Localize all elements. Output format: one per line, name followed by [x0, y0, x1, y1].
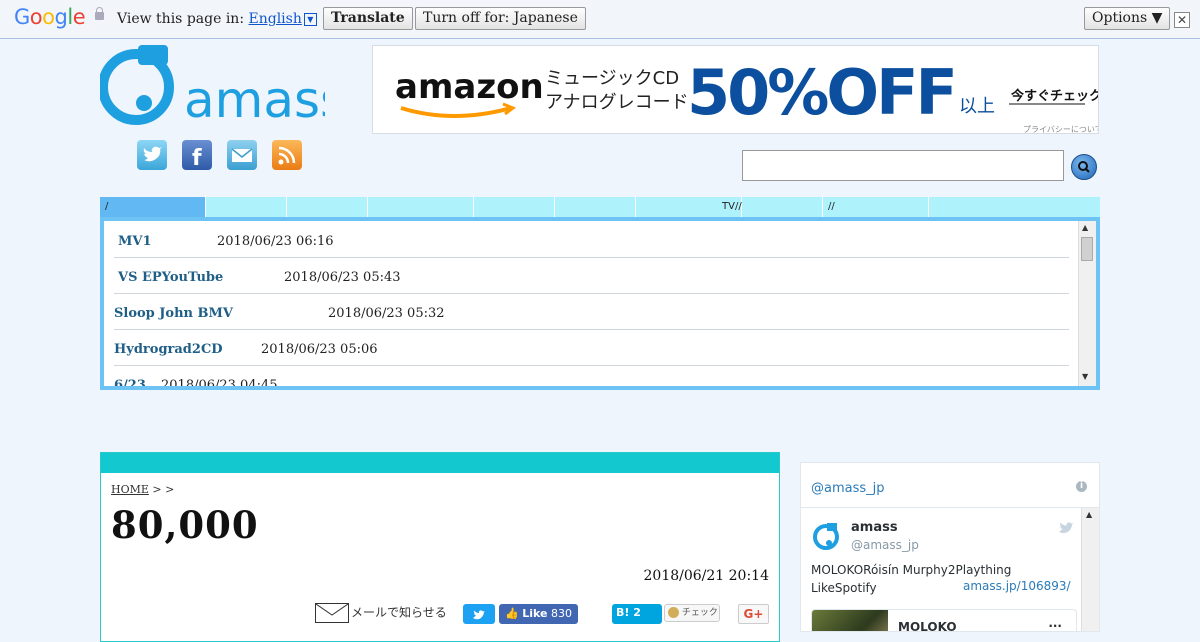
- news-title[interactable]: 6/23: [114, 378, 146, 386]
- svg-text:f: f: [192, 146, 202, 170]
- tweet-button[interactable]: [463, 604, 495, 624]
- nav-item[interactable]: [206, 197, 287, 217]
- nav-item[interactable]: [287, 197, 368, 217]
- facebook-icon[interactable]: f: [182, 140, 212, 171]
- news-date: 2018/06/23 06:16: [217, 234, 334, 249]
- scroll-thumb[interactable]: [1081, 237, 1093, 261]
- search-input[interactable]: [742, 150, 1064, 181]
- more-options-icon[interactable]: ...: [1048, 616, 1062, 630]
- scroll-up-icon[interactable]: ▲: [1086, 510, 1092, 519]
- news-date: 2018/06/23 05:06: [261, 342, 378, 357]
- hatena-count: 2: [633, 606, 641, 619]
- nav-item[interactable]: /: [100, 197, 206, 217]
- breadcrumb-home[interactable]: HOME: [111, 483, 149, 496]
- list-item[interactable]: 6/23 2018/06/23 04:45: [114, 365, 1069, 390]
- thumbs-up-icon: 👍: [505, 607, 519, 620]
- turn-off-button[interactable]: Turn off for: Japanese: [415, 7, 586, 30]
- scroll-up-icon[interactable]: ▲: [1082, 223, 1088, 232]
- google-plus-button[interactable]: G+: [738, 604, 769, 624]
- svg-text:プライバシーについて: プライバシーについて: [1023, 125, 1099, 134]
- facebook-like-button[interactable]: 👍 Like 830: [499, 604, 578, 624]
- lock-icon: [95, 7, 104, 20]
- rss-icon[interactable]: [272, 140, 302, 170]
- news-title[interactable]: Sloop John BMV: [114, 306, 233, 321]
- amazon-logo: amazon: [395, 67, 544, 107]
- news-date: 2018/06/23 05:32: [328, 306, 445, 321]
- timeline-scrollbar[interactable]: ▲: [1081, 508, 1099, 631]
- card-title: MOLOKO: [898, 620, 957, 632]
- svg-text:以上: 以上: [959, 96, 995, 117]
- article: HOME > > 80,000 2018/06/21 20:14 メールで知らせ…: [100, 452, 780, 642]
- list-item[interactable]: VS EPYouTube 2018/06/23 05:43: [114, 257, 1069, 294]
- divider: [801, 507, 1099, 508]
- news-ticker: MV1 2018/06/23 06:16 VS EPYouTube 2018/0…: [100, 217, 1100, 390]
- nav-item[interactable]: //: [823, 197, 929, 217]
- list-item[interactable]: MV1 2018/06/23 06:16: [114, 221, 1069, 258]
- avatar[interactable]: [811, 519, 843, 551]
- list-item[interactable]: Sloop John BMV 2018/06/23 05:32: [114, 293, 1069, 330]
- logo-text: amass: [184, 71, 325, 125]
- nav-item[interactable]: [555, 197, 636, 217]
- close-icon[interactable]: ✕: [1174, 12, 1190, 28]
- tweet-media-card[interactable]: MOLOKO ...: [811, 609, 1077, 632]
- mail-share-button[interactable]: メールで知らせる: [315, 603, 447, 623]
- breadcrumb: HOME > >: [111, 483, 175, 496]
- news-scrollbar[interactable]: ▲ ▼: [1078, 221, 1096, 386]
- translate-prompt: View this page in: English ▼: [117, 11, 317, 27]
- twitter-icon[interactable]: [137, 140, 167, 170]
- news-title[interactable]: MV1: [118, 234, 152, 249]
- article-header-bar: [101, 453, 779, 473]
- language-select[interactable]: English: [249, 11, 302, 27]
- tweet-author-handle[interactable]: @amass_jp: [851, 538, 919, 552]
- svg-text:50%OFF: 50%OFF: [687, 56, 955, 129]
- svg-text:今すぐチェック: 今すぐチェック: [1010, 88, 1099, 104]
- twitter-bird-icon[interactable]: [1058, 520, 1074, 539]
- chevron-down-icon[interactable]: ▼: [303, 12, 317, 26]
- svg-text:ミュージックCD: ミュージックCD: [545, 68, 679, 89]
- mixi-check-button[interactable]: チェック: [664, 604, 720, 622]
- svg-text:アナログレコード: アナログレコード: [545, 92, 689, 113]
- main-nav: / TV// //: [100, 197, 1100, 217]
- list-item[interactable]: Hydrograd2CD 2018/06/23 05:06: [114, 329, 1069, 366]
- news-date: 2018/06/23 04:45: [161, 378, 278, 390]
- article-date: 2018/06/21 20:14: [643, 568, 770, 584]
- nav-item[interactable]: TV//: [636, 197, 742, 217]
- envelope-icon: [315, 603, 349, 623]
- info-icon[interactable]: i: [1076, 481, 1087, 492]
- site-logo[interactable]: amass: [98, 45, 346, 129]
- article-title: 80,000: [111, 503, 259, 547]
- nav-item[interactable]: [742, 197, 823, 217]
- card-thumbnail: [812, 610, 888, 631]
- news-date: 2018/06/23 05:43: [284, 270, 401, 285]
- nav-item[interactable]: [929, 197, 1010, 217]
- news-title[interactable]: Hydrograd2CD: [114, 342, 223, 357]
- tweet-link[interactable]: amass.jp/106893/: [963, 579, 1071, 593]
- like-count: 830: [550, 607, 572, 620]
- translate-button[interactable]: Translate: [323, 7, 413, 30]
- twitter-timeline-widget: @amass_jp i amass @amass_jp MOLOKORóisín…: [800, 462, 1100, 632]
- timeline-handle-link[interactable]: @amass_jp: [811, 481, 885, 496]
- nav-item[interactable]: [368, 197, 474, 217]
- options-button[interactable]: Options ▼: [1084, 7, 1171, 30]
- mail-icon[interactable]: [227, 140, 257, 170]
- search-button[interactable]: [1071, 154, 1097, 180]
- amazon-ad-banner[interactable]: amazon ミュージックCD アナログレコード 50%OFF 以上 今すぐチェ…: [372, 45, 1099, 134]
- hatena-bookmark-button[interactable]: B! 2: [612, 604, 662, 624]
- google-logo: Google: [14, 5, 86, 29]
- mixi-icon: [668, 607, 679, 618]
- tweet-author-name[interactable]: amass: [851, 520, 898, 535]
- google-translate-bar: Google View this page in: English ▼ Trans…: [0, 0, 1200, 39]
- nav-item[interactable]: [474, 197, 555, 217]
- news-title[interactable]: VS EPYouTube: [118, 270, 223, 285]
- scroll-down-icon[interactable]: ▼: [1082, 372, 1088, 381]
